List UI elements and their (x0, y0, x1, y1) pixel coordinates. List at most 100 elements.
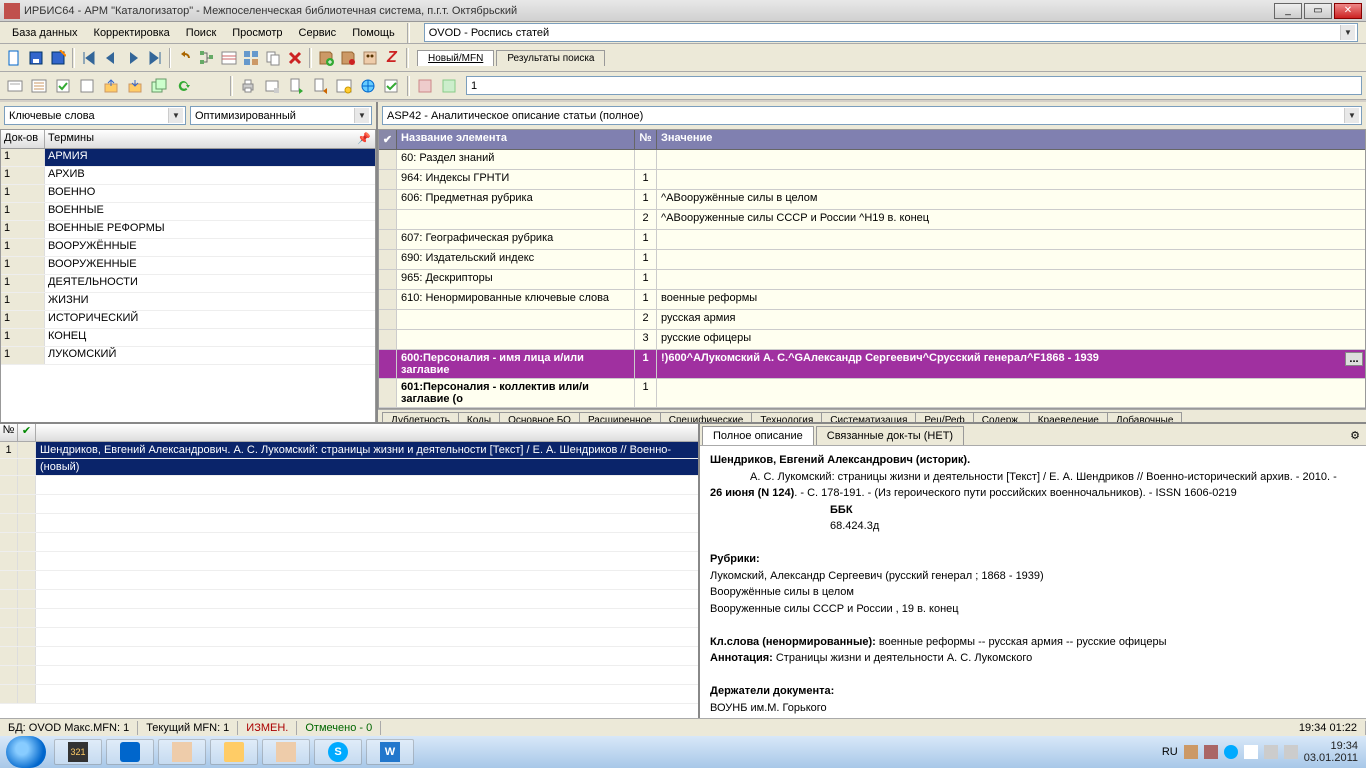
nav-last-icon[interactable] (145, 47, 165, 69)
maximize-button[interactable]: ▭ (1304, 3, 1332, 19)
term-row[interactable]: 1КОНЕЦ (1, 329, 375, 347)
worksheet-combo[interactable]: ASP42 - Аналитическое описание статьи (п… (382, 106, 1362, 125)
term-row[interactable]: 1ВОЕННО (1, 185, 375, 203)
field-row[interactable]: 3русские офицеры (379, 330, 1365, 350)
record-row-empty (0, 533, 698, 552)
tool-b-icon[interactable] (438, 75, 460, 97)
globe-icon[interactable] (357, 75, 379, 97)
menu-view[interactable]: Просмотр (226, 25, 288, 41)
start-button[interactable] (6, 736, 46, 768)
term-row[interactable]: 1ВООРУЖЁННЫЕ (1, 239, 375, 257)
tray-volume-icon[interactable] (1284, 745, 1298, 759)
save-as-icon[interactable] (48, 47, 68, 69)
tray-flag-icon[interactable] (1244, 745, 1258, 759)
menu-service[interactable]: Сервис (293, 25, 343, 41)
term-row[interactable]: 1АРХИВ (1, 167, 375, 185)
doc-in-icon[interactable] (309, 75, 331, 97)
taskbar-irbis1[interactable] (158, 739, 206, 765)
taskbar-kmp[interactable] (106, 739, 154, 765)
delete-icon[interactable] (285, 47, 305, 69)
lock-icon[interactable] (333, 75, 355, 97)
pin-icon[interactable]: 📌 (357, 132, 371, 145)
field-row[interactable]: 965: Дескрипторы1 (379, 270, 1365, 290)
taskbar-mpc[interactable]: 321 (54, 739, 102, 765)
card-icon[interactable] (4, 75, 26, 97)
record-row[interactable]: (новый) (0, 459, 698, 476)
print-card-icon[interactable] (261, 75, 283, 97)
irbis-icon[interactable] (360, 47, 380, 69)
nav-next-icon[interactable] (123, 47, 143, 69)
tab-full-desc[interactable]: Полное описание (702, 426, 814, 445)
taskbar-skype[interactable]: S (314, 739, 362, 765)
mark-icon[interactable] (52, 75, 74, 97)
tray-skype-icon[interactable] (1224, 745, 1238, 759)
menu-correction[interactable]: Корректировка (88, 25, 176, 41)
field-row[interactable]: 964: Индексы ГРНТИ1 (379, 170, 1365, 190)
tray-shield-icon[interactable] (1184, 745, 1198, 759)
tool-a-icon[interactable] (414, 75, 436, 97)
field-row[interactable]: 610: Ненормированные ключевые слова1воен… (379, 290, 1365, 310)
field-row[interactable]: 601:Персоналия - коллектив или/и заглави… (379, 379, 1365, 408)
tab-search-results[interactable]: Результаты поиска (496, 50, 605, 66)
new-doc-icon[interactable] (4, 47, 24, 69)
nav-prev-icon[interactable] (101, 47, 121, 69)
field-row[interactable]: 60: Раздел знаний (379, 150, 1365, 170)
list-icon[interactable] (28, 75, 50, 97)
search-type-combo[interactable]: Ключевые слова (4, 106, 186, 125)
tray-lang[interactable]: RU (1162, 746, 1178, 758)
term-row[interactable]: 1ИСТОРИЧЕСКИЙ (1, 311, 375, 329)
minimize-button[interactable]: _ (1274, 3, 1302, 19)
menu-search[interactable]: Поиск (180, 25, 222, 41)
field-row[interactable]: 2^AВооруженные силы СССР и России ^H19 в… (379, 210, 1365, 230)
term-row[interactable]: 1ВОЕННЫЕ (1, 203, 375, 221)
import-icon[interactable] (124, 75, 146, 97)
fields-icon[interactable] (241, 47, 261, 69)
tray-app-icon[interactable] (1204, 745, 1218, 759)
book-link-icon[interactable] (338, 47, 358, 69)
database-combo[interactable]: OVOD - Роспись статей (424, 23, 1358, 42)
term-row[interactable]: 1ВОЕННЫЕ РЕФОРМЫ (1, 221, 375, 239)
z-icon[interactable]: Z (382, 47, 402, 69)
export-icon[interactable] (100, 75, 122, 97)
term-row[interactable]: 1АРМИЯ (1, 149, 375, 167)
term-row[interactable]: 1ЛУКОМСКИЙ (1, 347, 375, 365)
doc-out-icon[interactable] (285, 75, 307, 97)
tree-icon[interactable] (197, 47, 217, 69)
batch-icon[interactable] (148, 75, 170, 97)
field-row[interactable]: 690: Издательский индекс1 (379, 250, 1365, 270)
mfn-input[interactable] (466, 76, 1362, 95)
taskbar-word[interactable]: W (366, 739, 414, 765)
check-icon[interactable] (381, 75, 403, 97)
menu-help[interactable]: Помощь (346, 25, 401, 41)
print-icon[interactable] (237, 75, 259, 97)
menu-database[interactable]: База данных (6, 25, 84, 41)
field-ellipsis-button[interactable]: ... (1345, 352, 1363, 366)
desc-line2a: 26 июня (N 124) (710, 487, 794, 499)
field-row[interactable]: 2русская армия (379, 310, 1365, 330)
desc-settings-icon[interactable]: ⚙ (1346, 426, 1364, 444)
term-row[interactable]: 1ЖИЗНИ (1, 293, 375, 311)
book-add-icon[interactable] (316, 47, 336, 69)
tab-linked-docs[interactable]: Связанные док-ты (НЕТ) (816, 426, 964, 445)
tab-new-mfn[interactable]: Новый/MFN (417, 50, 494, 66)
field-row[interactable]: 606: Предметная рубрика1^AВооружённые си… (379, 190, 1365, 210)
field-row[interactable]: 600:Персоналия - имя лица и/или заглавие… (379, 350, 1365, 379)
save-icon[interactable] (26, 47, 46, 69)
undo-icon[interactable] (175, 47, 195, 69)
fg-check-all[interactable]: ✔ (379, 130, 397, 149)
tray-network-icon[interactable] (1264, 745, 1278, 759)
field-row[interactable]: 607: Географическая рубрика1 (379, 230, 1365, 250)
term-row[interactable]: 1ВООРУЖЕННЫЕ (1, 257, 375, 275)
record-row[interactable]: 1Шендриков, Евгений Александрович. А. С.… (0, 442, 698, 459)
taskbar-explorer[interactable] (210, 739, 258, 765)
tray-clock[interactable]: 19:34 03.01.2011 (1304, 740, 1358, 764)
nav-first-icon[interactable] (79, 47, 99, 69)
term-row[interactable]: 1ДЕЯТЕЛЬНОСТИ (1, 275, 375, 293)
unmark-icon[interactable] (76, 75, 98, 97)
taskbar-irbis2[interactable] (262, 739, 310, 765)
close-button[interactable]: ✕ (1334, 3, 1362, 19)
copy-icon[interactable] (263, 47, 283, 69)
form-icon[interactable] (219, 47, 239, 69)
search-mode-combo[interactable]: Оптимизированный (190, 106, 372, 125)
refresh-icon[interactable] (172, 75, 194, 97)
